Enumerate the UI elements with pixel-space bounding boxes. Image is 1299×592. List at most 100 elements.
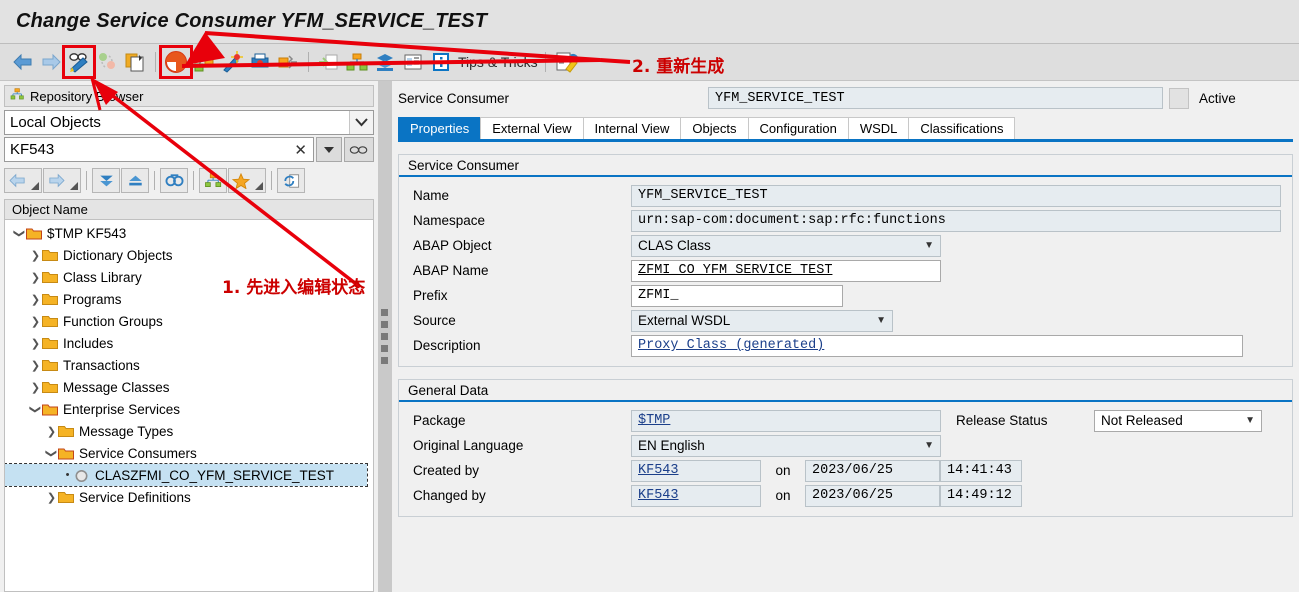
globe-generate-icon[interactable] xyxy=(163,49,189,75)
folder-icon xyxy=(42,359,58,372)
chevron-right-icon[interactable]: ❯ xyxy=(29,359,42,372)
tree-item[interactable]: ❯Enterprise Services xyxy=(5,398,373,420)
tab-external-view[interactable]: External View xyxy=(480,117,583,139)
tab-classifications[interactable]: Classifications xyxy=(908,117,1015,139)
tree-item[interactable]: ❯Dictionary Objects xyxy=(5,244,373,266)
tab-wsdl[interactable]: WSDL xyxy=(848,117,910,139)
chevron-right-icon[interactable]: ❯ xyxy=(45,425,58,438)
refresh-icon[interactable] xyxy=(277,168,305,193)
hierarchy-icon[interactable] xyxy=(344,49,370,75)
insert-row-icon[interactable] xyxy=(316,49,342,75)
collapse-all-icon[interactable] xyxy=(92,168,120,193)
folder-open-icon xyxy=(42,403,58,416)
created-by-user[interactable]: KF543 xyxy=(631,460,761,482)
tab-configuration[interactable]: Configuration xyxy=(748,117,849,139)
folder-icon xyxy=(42,315,58,328)
tree-item[interactable]: ❯Function Groups xyxy=(5,310,373,332)
package-value[interactable]: $TMP xyxy=(631,410,941,432)
tree-item[interactable]: ❯ Message Types xyxy=(5,420,373,442)
expand-up-icon[interactable] xyxy=(121,168,149,193)
pane-splitter[interactable] xyxy=(378,81,392,592)
chevron-down-icon[interactable] xyxy=(349,111,373,134)
dropdown-marker[interactable] xyxy=(70,182,78,190)
description-field[interactable]: Proxy Class (generated) xyxy=(631,335,1243,357)
info-icon[interactable] xyxy=(428,49,454,75)
tab-properties[interactable]: Properties xyxy=(398,117,481,139)
dropdown-marker[interactable] xyxy=(255,182,263,190)
status-indicator xyxy=(1169,88,1189,109)
original-language-label: Original Language xyxy=(413,438,631,453)
original-language-select[interactable]: EN English ▼ xyxy=(631,435,941,457)
toolbar-separator xyxy=(545,52,546,72)
export-icon[interactable] xyxy=(275,49,301,75)
abap-object-field[interactable]: CLAS Class▼ xyxy=(631,235,941,257)
stack-icon[interactable] xyxy=(372,49,398,75)
window-title-bar: Change Service Consumer YFM_SERVICE_TEST xyxy=(0,0,1299,44)
changed-by-date: 2023/06/25 xyxy=(805,485,940,507)
chevron-right-icon[interactable]: ❯ xyxy=(29,381,42,394)
tree-item[interactable]: ❯ Message Classes xyxy=(5,376,373,398)
chevron-down-icon[interactable]: ❯ xyxy=(45,447,58,460)
chevron-right-icon[interactable]: ❯ xyxy=(29,249,42,262)
main-area: Repository Browser Local Objects KF543 ✕ xyxy=(0,81,1299,592)
tree-item[interactable]: ❯Includes xyxy=(5,332,373,354)
release-status-select[interactable]: Not Released ▼ xyxy=(1094,410,1262,432)
display-change-icon[interactable] xyxy=(66,49,92,75)
tab-label: Classifications xyxy=(920,121,1003,136)
favorites-icon[interactable] xyxy=(228,168,266,193)
refresh-objects-icon[interactable] xyxy=(94,49,120,75)
abap-object-row: ABAP ObjectCLAS Class▼ xyxy=(399,233,1292,258)
wizard-wand-icon[interactable] xyxy=(219,49,245,75)
chevron-down-icon[interactable]: ❯ xyxy=(29,403,42,416)
abap-object-label: ABAP Object xyxy=(413,238,631,253)
forward-arrow-icon[interactable] xyxy=(38,49,64,75)
source-field[interactable]: External WSDL▼ xyxy=(631,310,893,332)
back-icon[interactable] xyxy=(4,168,42,193)
tree-item[interactable]: ❯Transactions xyxy=(5,354,373,376)
object-list-icon[interactable] xyxy=(199,168,227,193)
back-arrow-icon[interactable] xyxy=(10,49,36,75)
chevron-right-icon[interactable]: ❯ xyxy=(29,271,42,284)
prefix-field[interactable]: ZFMI_ xyxy=(631,285,843,307)
find-icon[interactable] xyxy=(160,168,188,193)
chevron-right-icon[interactable]: ❯ xyxy=(29,293,42,306)
scope-select-value: Local Objects xyxy=(10,114,101,131)
search-input[interactable]: KF543 ✕ xyxy=(4,137,314,162)
tab-objects[interactable]: Objects xyxy=(680,117,748,139)
changed-by-user[interactable]: KF543 xyxy=(631,485,761,507)
chevron-down-icon[interactable]: ❯ xyxy=(13,227,26,240)
chevron-right-icon[interactable]: ❯ xyxy=(29,315,42,328)
tree-item-label: Message Classes xyxy=(63,380,170,395)
tree-item[interactable]: ❯Service Consumers xyxy=(5,442,373,464)
prefix-row: PrefixZFMI_ xyxy=(399,283,1292,308)
clear-icon[interactable]: ✕ xyxy=(294,141,307,159)
search-history-dropdown[interactable] xyxy=(316,137,342,162)
forward-icon[interactable] xyxy=(43,168,81,193)
search-display-icon[interactable] xyxy=(344,137,374,162)
printer-icon[interactable] xyxy=(247,49,273,75)
object-relations-icon[interactable] xyxy=(191,49,217,75)
tree-item[interactable]: ❯Service Definitions xyxy=(5,486,373,508)
copy-object-icon[interactable] xyxy=(122,49,148,75)
abap-name-field[interactable]: ZFMI_CO_YFM_SERVICE_TEST xyxy=(631,260,941,282)
chevron-right-icon[interactable]: ❯ xyxy=(45,491,58,504)
abap-name-row: ABAP NameZFMI_CO_YFM_SERVICE_TEST xyxy=(399,258,1292,283)
toolbar-separator xyxy=(308,52,309,72)
tree-item[interactable]: ❯$TMP KF543 xyxy=(5,222,373,244)
created-by-label: Created by xyxy=(413,463,631,478)
tree-item-label: Message Types xyxy=(79,424,173,439)
notepad-icon[interactable] xyxy=(553,49,579,75)
description-label: Description xyxy=(413,338,631,353)
scope-select[interactable]: Local Objects xyxy=(4,110,374,135)
service-consumer-panel: Service Consumer NameYFM_SERVICE_TESTNam… xyxy=(398,154,1293,367)
dropdown-marker[interactable] xyxy=(31,182,39,190)
tips-and-tricks-label[interactable]: Tips & Tricks xyxy=(458,54,538,70)
tree-bullet-icon: • xyxy=(61,469,74,481)
list-icon[interactable] xyxy=(400,49,426,75)
chevron-right-icon[interactable]: ❯ xyxy=(29,337,42,350)
tab-internal-view[interactable]: Internal View xyxy=(583,117,682,139)
tab-underline xyxy=(398,139,1293,142)
source-label: Source xyxy=(413,313,631,328)
tree-item-selected[interactable]: •CLASZFMI_CO_YFM_SERVICE_TEST xyxy=(5,464,367,486)
tab-label: External View xyxy=(492,121,571,136)
